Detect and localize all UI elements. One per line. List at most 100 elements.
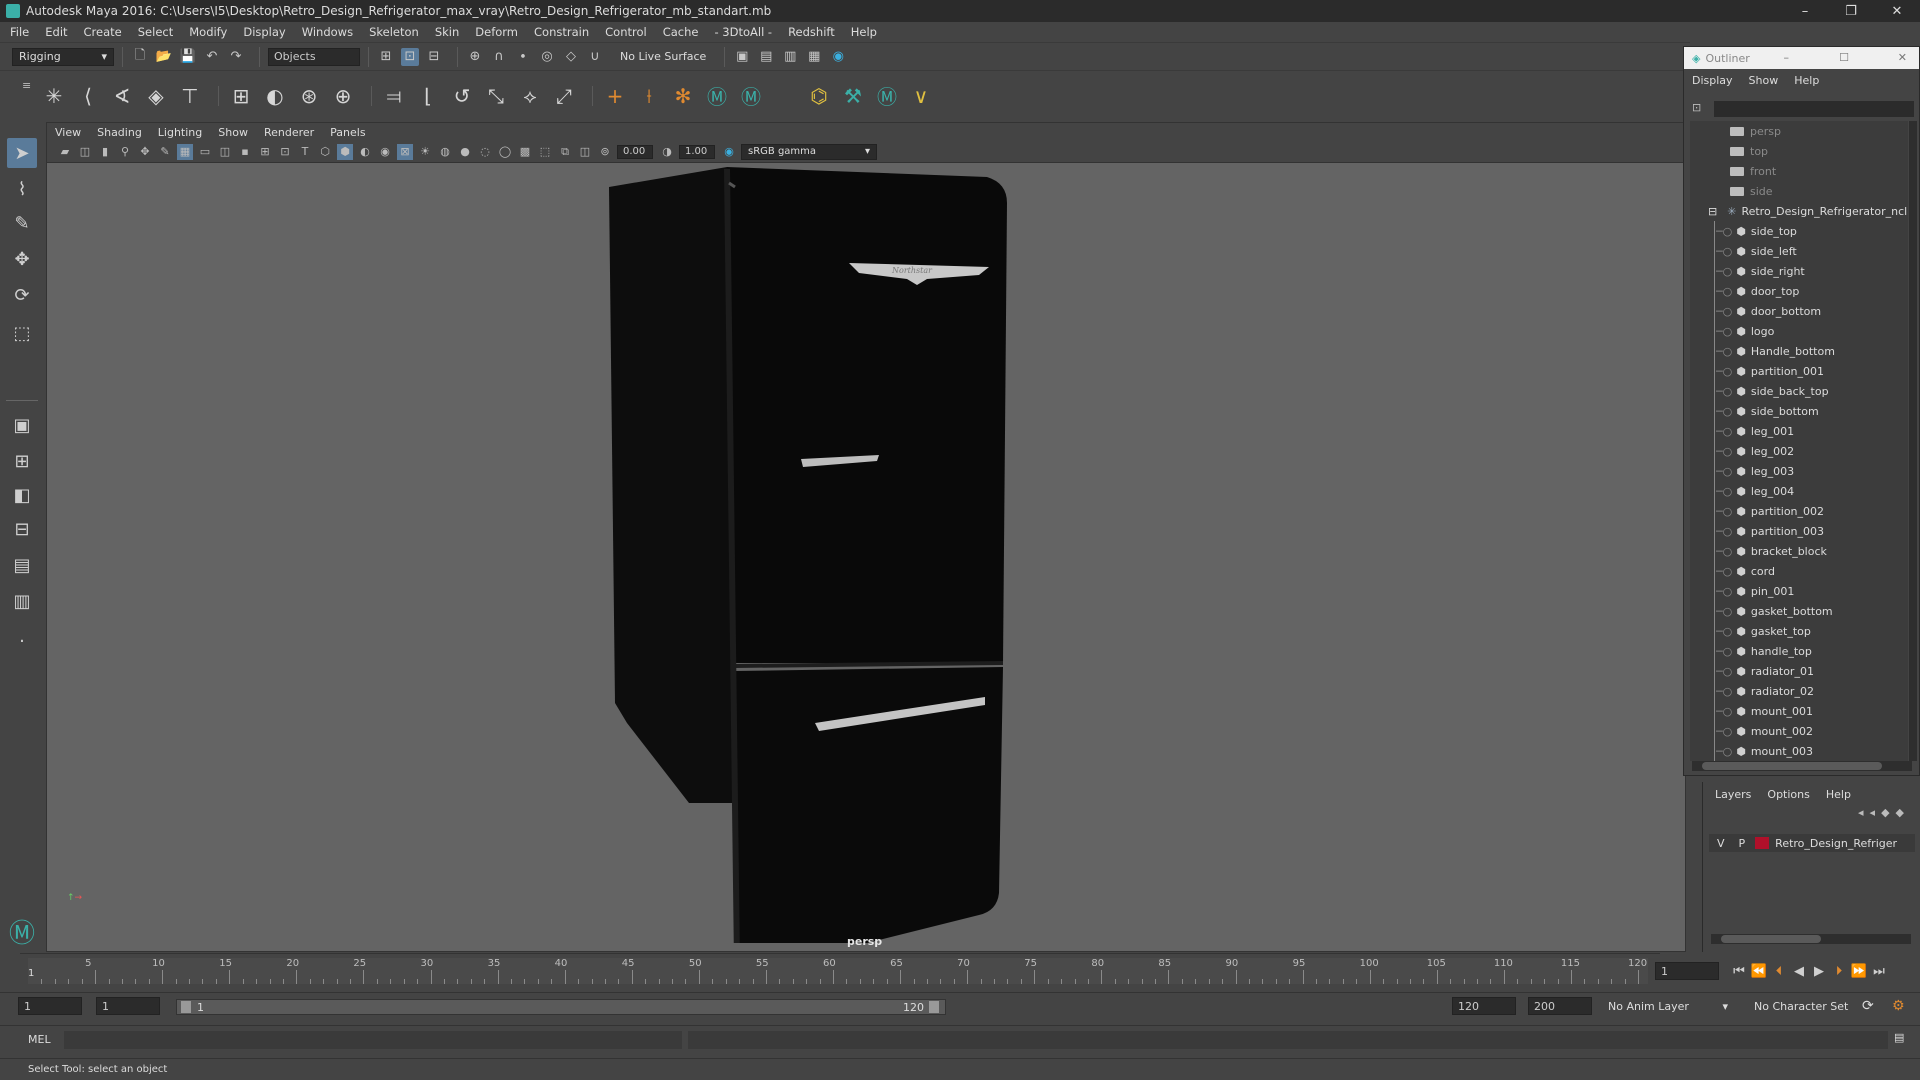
select-tool-icon[interactable]: ➤ (7, 138, 37, 168)
snap-curve-icon[interactable]: ∩ (490, 48, 508, 66)
close-button[interactable]: ✕ (1874, 0, 1920, 22)
outliner-item-side_bottom[interactable]: ─○ ⬢ side_bottom (1716, 401, 1819, 421)
select-by-component-icon[interactable]: ⊟ (425, 48, 443, 66)
layout-outliner-icon[interactable]: ▤ (7, 550, 37, 580)
paint-select-icon[interactable]: ✎ (7, 208, 37, 238)
menu-file[interactable]: File (10, 25, 29, 39)
ambient-occlusion-icon[interactable]: ◍ (437, 144, 453, 160)
film-gate-icon[interactable]: ▭ (197, 144, 213, 160)
menu-redshift[interactable]: Redshift (788, 25, 835, 39)
snap-surface-icon[interactable]: ◇ (562, 48, 580, 66)
animation-end-field[interactable]: 200 (1528, 997, 1592, 1015)
isolate-select-icon[interactable]: ▩ (517, 144, 533, 160)
magnet-icon[interactable]: ∪ (586, 48, 604, 66)
outliner-item-partition_002[interactable]: ─○ ⬢ partition_002 (1716, 501, 1824, 521)
camera-attributes-icon[interactable]: ◫ (77, 144, 93, 160)
character-set-dropdown[interactable]: No Character Set (1750, 998, 1870, 1016)
render-view-icon[interactable]: ◉ (829, 48, 847, 66)
range-end-handle[interactable] (929, 1001, 939, 1013)
layer-menu-options[interactable]: Options (1767, 788, 1809, 801)
play-backwards-icon[interactable]: ◀ (1789, 961, 1809, 981)
insert-joint-icon[interactable]: ◈ (142, 82, 170, 110)
menu-select[interactable]: Select (138, 25, 173, 39)
outliner-minimize-button[interactable]: – (1784, 51, 1790, 64)
outliner-item-side_back_top[interactable]: ─○ ⬢ side_back_top (1716, 381, 1829, 401)
undo-icon[interactable]: ↶ (203, 48, 221, 66)
aim-constraint-icon[interactable]: ⌊ (414, 82, 442, 110)
panel-menu-renderer[interactable]: Renderer (264, 126, 314, 139)
outliner-item-leg_003[interactable]: ─○ ⬢ leg_003 (1716, 461, 1794, 481)
menu-modify[interactable]: Modify (189, 25, 227, 39)
two-d-pan-icon[interactable]: ✥ (137, 144, 153, 160)
snap-point-icon[interactable]: ∙ (514, 48, 532, 66)
blend-shape-icon[interactable]: ⚒ (839, 82, 867, 110)
shelf-menu-icon[interactable]: ≡ (22, 79, 31, 92)
snap-grid-icon[interactable]: ⊕ (466, 48, 484, 66)
panel-menu-view[interactable]: View (55, 126, 81, 139)
viewport-panel[interactable]: View Shading Lighting Show Renderer Pane… (46, 122, 1686, 952)
live-surface-label[interactable]: No Live Surface (620, 50, 706, 63)
outliner-item-gasket_top[interactable]: ─○ ⬢ gasket_top (1716, 621, 1811, 641)
step-forward-frame-icon[interactable]: ⏵ (1829, 961, 1849, 981)
lattice-icon[interactable]: ✻ (669, 82, 697, 110)
outliner-camera-side[interactable]: side (1730, 181, 1773, 201)
snap-view-icon[interactable]: ◎ (538, 48, 556, 66)
panel-menu-show[interactable]: Show (218, 126, 248, 139)
outliner-horizontal-scrollbar[interactable] (1692, 761, 1912, 771)
render-settings-icon[interactable]: ▥ (781, 48, 799, 66)
go-to-end-icon[interactable]: ⏭ (1869, 961, 1889, 981)
layer-menu-help[interactable]: Help (1826, 788, 1851, 801)
playback-start-field[interactable]: 1 (96, 997, 160, 1015)
move-tool-icon[interactable]: ✥ (7, 244, 37, 274)
xray-joints-icon[interactable]: ⧉ (557, 144, 573, 160)
select-camera-icon[interactable]: ▰ (57, 144, 73, 160)
skin-cluster-icon[interactable]: ⊕ (329, 82, 357, 110)
ik-spline-icon[interactable]: ∢ (108, 82, 136, 110)
locator-icon[interactable]: + (601, 82, 629, 110)
outliner-item-handle_top[interactable]: ─○ ⬢ handle_top (1716, 641, 1812, 661)
lasso-tool-icon[interactable]: ⌇ (7, 174, 37, 204)
quick-rig-icon[interactable]: Ⓜ (873, 82, 901, 110)
save-scene-icon[interactable]: 💾 (179, 48, 197, 66)
menu-display[interactable]: Display (243, 25, 285, 39)
menu-deform[interactable]: Deform (475, 25, 518, 39)
layout-single-icon[interactable]: ▣ (7, 410, 37, 440)
outliner-vertical-scrollbar[interactable] (1909, 121, 1917, 761)
panel-menu-lighting[interactable]: Lighting (158, 126, 202, 139)
xray-active-icon[interactable]: ◫ (577, 144, 593, 160)
layout-graph-icon[interactable]: ▥ (7, 586, 37, 616)
selection-mode-dropdown[interactable]: Objects (268, 47, 360, 66)
outliner-camera-persp[interactable]: persp (1730, 121, 1781, 141)
menu-cache[interactable]: Cache (663, 25, 699, 39)
layer-tool-icons[interactable]: ◂◂◆◆ (1858, 806, 1910, 819)
gamma-field[interactable]: 1.00 (679, 144, 715, 159)
joint-tool-icon[interactable]: ✳ (40, 82, 68, 110)
resolution-gate-icon[interactable]: ◫ (217, 144, 233, 160)
layer-row[interactable]: V P Retro_Design_Refriger (1709, 834, 1915, 852)
outliner-item-side_right[interactable]: ─○ ⬢ side_right (1716, 261, 1805, 281)
layer-menu-layers[interactable]: Layers (1715, 788, 1751, 801)
outliner-item-partition_003[interactable]: ─○ ⬢ partition_003 (1716, 521, 1824, 541)
hik-icon[interactable]: Ⓜ (703, 82, 731, 110)
pole-vector-icon[interactable]: ⤢ (550, 82, 578, 110)
time-slider[interactable]: 1 5 10 15 20 25 30 35 40 45 50 55 60 65 70 75 80 85 90 95 1… (20, 953, 1660, 987)
textured-icon[interactable]: ◉ (377, 144, 393, 160)
view-transform-dropdown[interactable]: sRGB gamma ▾ (741, 143, 877, 160)
mirror-joint-icon[interactable]: ⊤ (176, 82, 204, 110)
outliner-menu-help[interactable]: Help (1794, 74, 1819, 87)
exposure-icon[interactable]: ⊚ (597, 144, 613, 160)
step-back-key-icon[interactable]: ⏪ (1749, 961, 1769, 981)
outliner-item-radiator_02[interactable]: ─○ ⬢ radiator_02 (1716, 681, 1814, 701)
outliner-group-root[interactable]: ⊟ ✳ Retro_Design_Refrigerator_ncl (1708, 201, 1907, 221)
go-to-start-icon[interactable]: ⏮ (1729, 961, 1749, 981)
outliner-item-logo[interactable]: ─○ ⬢ logo (1716, 321, 1774, 341)
new-scene-icon[interactable]: 🗋 (131, 48, 149, 66)
outliner-maximize-button[interactable]: ☐ (1839, 51, 1849, 64)
ik-handle-icon[interactable]: ⟨ (74, 82, 102, 110)
layout-four-icon[interactable]: ⊞ (7, 446, 37, 476)
menu-control[interactable]: Control (605, 25, 647, 39)
outliner-item-side_top[interactable]: ─○ ⬢ side_top (1716, 221, 1797, 241)
animation-start-field[interactable]: 1 (18, 997, 82, 1015)
refrigerator-model[interactable]: Northstar (587, 163, 1107, 943)
safe-action-icon[interactable]: ⊡ (277, 144, 293, 160)
